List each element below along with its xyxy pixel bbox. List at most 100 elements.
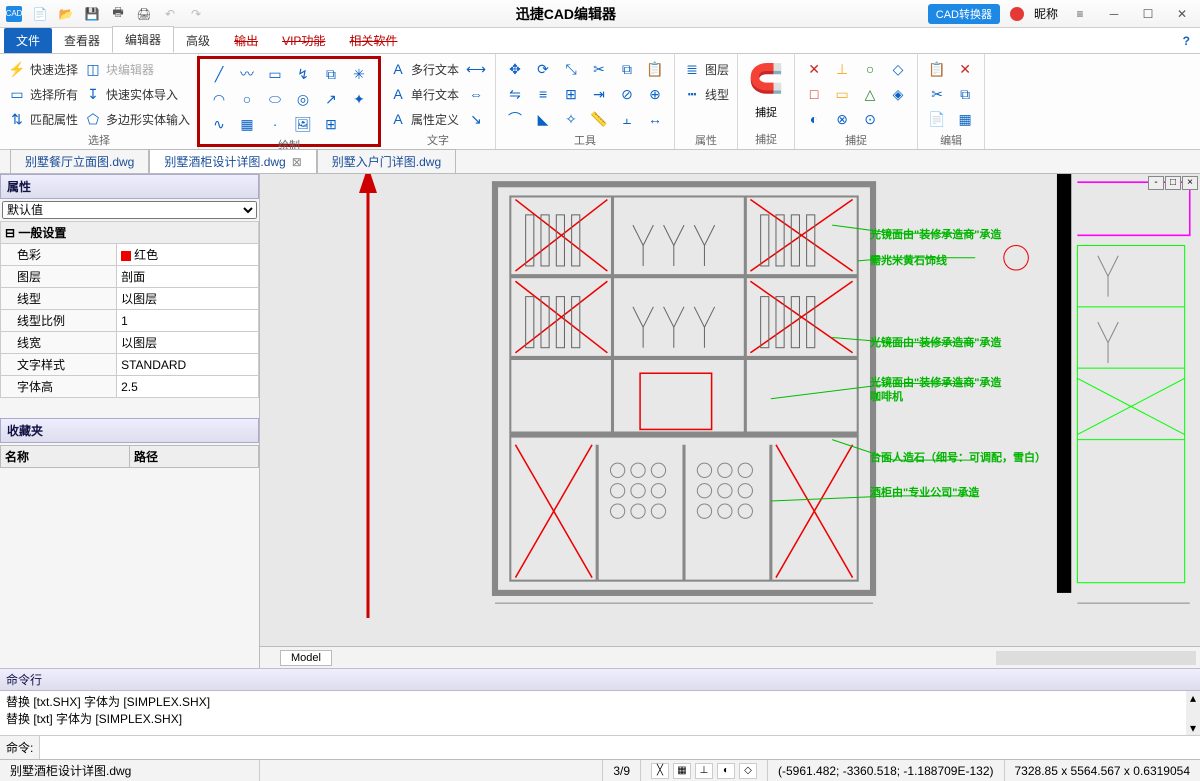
table-row[interactable]: 文字样式STANDARD: [1, 354, 259, 376]
table-row[interactable]: 图层剖面: [1, 266, 259, 288]
table-row[interactable]: 线型以图层: [1, 288, 259, 310]
model-tab[interactable]: Model: [280, 650, 332, 666]
trim-icon[interactable]: ✂: [588, 58, 610, 80]
polyline-icon[interactable]: ↯: [292, 63, 314, 85]
quick-select-button[interactable]: ⚡快速选择: [8, 58, 78, 80]
osnap-toggle-icon[interactable]: ◇: [739, 763, 757, 779]
close-icon[interactable]: ✕: [1170, 7, 1194, 21]
rect-icon[interactable]: ▭: [264, 63, 286, 85]
table-row[interactable]: 色彩红色: [1, 244, 259, 266]
array-icon[interactable]: ⊞: [560, 83, 582, 105]
layer-button[interactable]: ≣图层: [683, 58, 729, 80]
rotate-icon[interactable]: ⟳: [532, 58, 554, 80]
match-attr-button[interactable]: ⇅匹配属性: [8, 108, 78, 130]
table-row[interactable]: 字体高2.5: [1, 376, 259, 398]
properties-combo[interactable]: 默认值: [2, 201, 257, 219]
pasteblock-icon[interactable]: ▦: [954, 108, 976, 130]
hscrollbar[interactable]: [996, 651, 1196, 665]
chamfer-icon[interactable]: ◣: [532, 108, 554, 130]
hatch-icon[interactable]: ▦: [236, 113, 258, 135]
fillet-icon[interactable]: ⌒: [504, 108, 526, 130]
spline-icon[interactable]: 〰: [236, 63, 258, 85]
copy-icon[interactable]: ⧉: [616, 58, 638, 80]
insertblock-icon[interactable]: ⧉: [320, 63, 342, 85]
command-input[interactable]: [40, 736, 1200, 759]
image-icon[interactable]: 🖼: [292, 113, 314, 135]
drawing-canvas[interactable]: 光镜面由"装修承造商"承造 需兆米黄石饰线 光镜面由"装修承造商"承造 光镜面由…: [260, 174, 1200, 646]
undo-icon[interactable]: ↶: [162, 6, 178, 22]
converter-badge[interactable]: CAD转换器: [928, 4, 1000, 24]
dim2-icon[interactable]: ⇔: [465, 83, 487, 105]
save-icon[interactable]: 💾: [84, 6, 100, 22]
star-icon[interactable]: ✦: [348, 88, 370, 110]
menu-vip[interactable]: VIP功能: [270, 28, 337, 53]
scroll-up-icon[interactable]: ▴: [1190, 691, 1196, 705]
extend-icon[interactable]: ⇥: [588, 83, 610, 105]
open-icon[interactable]: 📂: [58, 6, 74, 22]
menu-advanced[interactable]: 高级: [174, 28, 222, 53]
osnap6-icon[interactable]: ▭: [831, 83, 853, 105]
redo-icon[interactable]: ↷: [188, 6, 204, 22]
osnap8-icon[interactable]: ◈: [887, 83, 909, 105]
paste2-icon[interactable]: 📄: [926, 108, 948, 130]
poly-input-button[interactable]: ⬠多边形实体输入: [84, 108, 190, 130]
osnap2-icon[interactable]: ⊥: [831, 58, 853, 80]
cut-icon[interactable]: ✂: [926, 83, 948, 105]
block-editor-button[interactable]: ◫块编辑器: [84, 58, 190, 80]
point-icon[interactable]: ·: [264, 113, 286, 135]
revcloud-icon[interactable]: ∿: [208, 113, 230, 135]
menu-output[interactable]: 输出: [222, 28, 270, 53]
minimize-icon[interactable]: ─: [1102, 7, 1126, 21]
arc-icon[interactable]: ◠: [208, 88, 230, 110]
dwg-tab-1[interactable]: 别墅酒柜设计详图.dwg⊠: [149, 149, 316, 173]
edit2-icon[interactable]: ✕: [954, 58, 976, 80]
align-icon[interactable]: ⫠: [616, 108, 638, 130]
gear-icon[interactable]: ✳: [348, 63, 370, 85]
offset-icon[interactable]: ≡: [532, 83, 554, 105]
line-icon[interactable]: ╱: [208, 63, 230, 85]
snap-toggle-icon[interactable]: ╳: [651, 763, 669, 779]
saveas-icon[interactable]: 🖶: [110, 6, 126, 22]
ortho-toggle-icon[interactable]: ⊥: [695, 763, 713, 779]
scale-icon[interactable]: ⤡: [560, 58, 582, 80]
fav-col-name[interactable]: 名称: [1, 446, 130, 468]
table-row[interactable]: 线型比例1: [1, 310, 259, 332]
join-icon[interactable]: ⊕: [644, 83, 666, 105]
ray-icon[interactable]: ↗: [320, 88, 342, 110]
break-icon[interactable]: ⊘: [616, 83, 638, 105]
leader-icon[interactable]: ↘: [465, 108, 487, 130]
ellipse-icon[interactable]: ⬭: [264, 88, 286, 110]
canvas-min-icon[interactable]: -: [1148, 176, 1164, 190]
mtext-button[interactable]: A多行文本: [389, 58, 459, 80]
dim-icon[interactable]: ⟷: [465, 58, 487, 80]
osnap9-icon[interactable]: ◐: [803, 108, 825, 130]
edit1-icon[interactable]: 📋: [926, 58, 948, 80]
menu-viewer[interactable]: 查看器: [52, 28, 112, 53]
measure-icon[interactable]: 📏: [588, 108, 610, 130]
stretch-icon[interactable]: ↔: [644, 108, 666, 130]
canvas-max-icon[interactable]: □: [1165, 176, 1181, 190]
osnap5-icon[interactable]: □: [803, 83, 825, 105]
menu-file[interactable]: 文件: [4, 28, 52, 53]
explode-icon[interactable]: ✧: [560, 108, 582, 130]
osnap10-icon[interactable]: ⊗: [831, 108, 853, 130]
osnap4-icon[interactable]: ◇: [887, 58, 909, 80]
help-icon[interactable]: ?: [1183, 34, 1190, 48]
menu-editor[interactable]: 编辑器: [112, 26, 174, 53]
grid-toggle-icon[interactable]: ▦: [673, 763, 691, 779]
linetype-button[interactable]: ┅线型: [683, 83, 729, 105]
ring-icon[interactable]: ◎: [292, 88, 314, 110]
maximize-icon[interactable]: ☐: [1136, 7, 1160, 21]
new-icon[interactable]: 📄: [32, 6, 48, 22]
prop-category[interactable]: ⊟ 一般设置: [1, 222, 259, 244]
print-icon[interactable]: 🖨: [136, 6, 152, 22]
ribbon-min-icon[interactable]: ≡: [1068, 7, 1092, 21]
osnap3-icon[interactable]: ○: [859, 58, 881, 80]
snap-big-icon[interactable]: 🧲: [746, 58, 786, 98]
grid-icon[interactable]: ⊞: [320, 113, 342, 135]
select-all-button[interactable]: ▭选择所有: [8, 83, 78, 105]
entity-import-button[interactable]: ↧快速实体导入: [84, 83, 190, 105]
mirror-icon[interactable]: ⇋: [504, 83, 526, 105]
osnap7-icon[interactable]: △: [859, 83, 881, 105]
osnap1-icon[interactable]: ✕: [803, 58, 825, 80]
